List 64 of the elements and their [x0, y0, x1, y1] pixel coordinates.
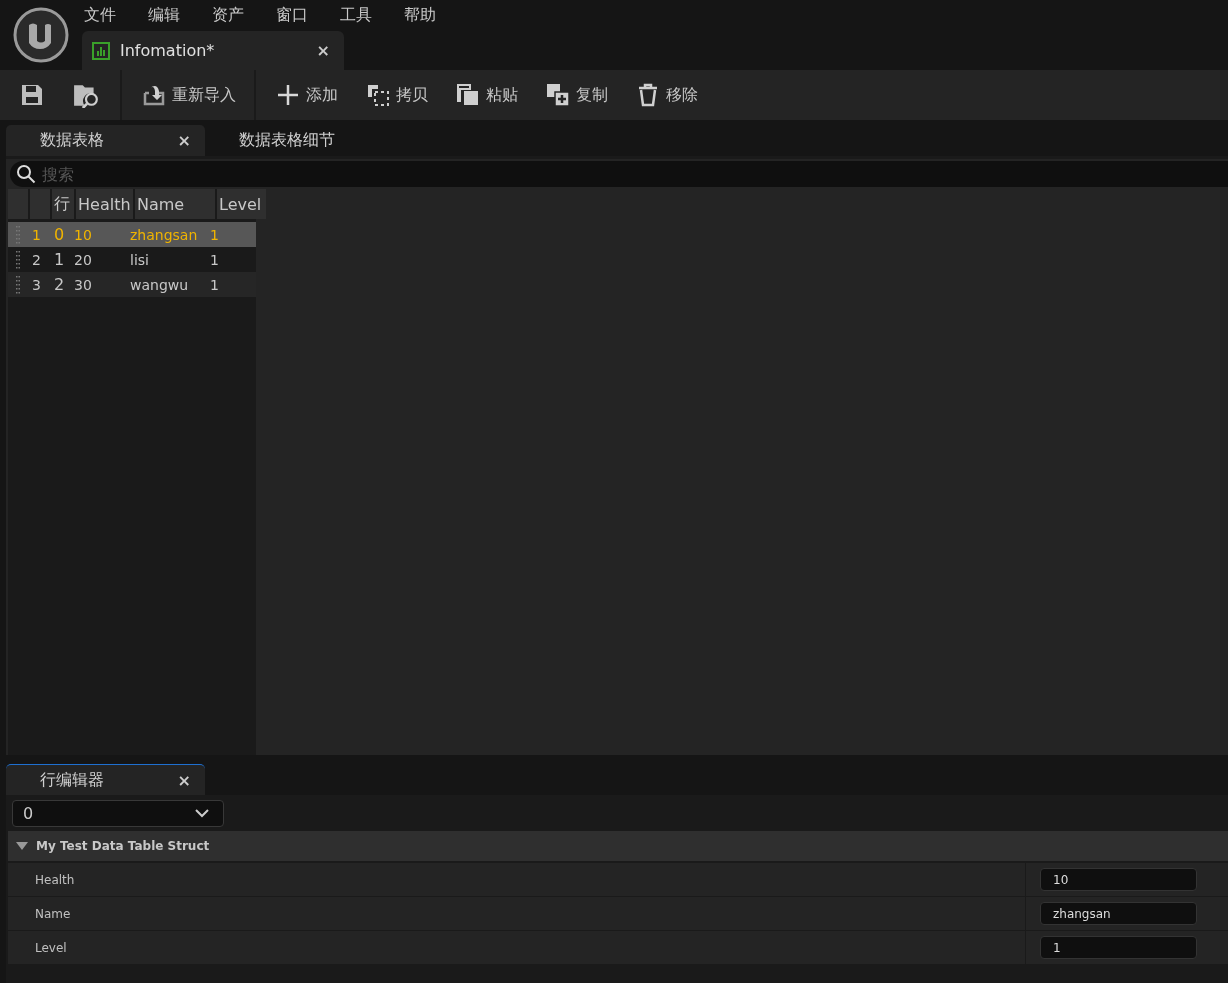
- close-button[interactable]: ×: [177, 131, 191, 150]
- menu-item[interactable]: 工具: [340, 5, 388, 26]
- category-header[interactable]: My Test Data Table Struct: [8, 831, 1228, 863]
- toolbar-button[interactable]: 拷贝: [356, 75, 438, 115]
- panel-tab[interactable]: 数据表格 ×: [6, 125, 205, 156]
- logo-icon: [13, 7, 69, 63]
- table-cell-text: 1: [209, 251, 220, 268]
- panel-tab[interactable]: 数据表格细节: [205, 125, 404, 156]
- folder-search-icon: [72, 82, 100, 108]
- save-icon: [20, 83, 44, 107]
- trash-icon: [636, 83, 660, 107]
- table-cell-text: 30: [73, 276, 93, 293]
- close-button[interactable]: ×: [316, 41, 330, 60]
- plus-icon: [276, 83, 300, 107]
- menu-item[interactable]: 编辑: [148, 5, 196, 26]
- search-field[interactable]: 搜索: [10, 161, 1228, 187]
- reimport-icon: [142, 83, 166, 107]
- property-label: Health: [35, 872, 75, 887]
- menu-item[interactable]: 帮助: [404, 5, 452, 26]
- table-cell-text: 10: [73, 226, 93, 243]
- property-label: Level: [35, 940, 67, 955]
- copy-icon: [366, 83, 390, 107]
- table-cell-text: 20: [73, 251, 93, 268]
- value-field[interactable]: 1: [1040, 936, 1197, 959]
- search-icon: [16, 164, 36, 184]
- menu-item[interactable]: 窗口: [276, 5, 324, 26]
- toolbar-button[interactable]: 添加: [266, 75, 348, 115]
- table-cell-text: 2: [53, 275, 66, 294]
- row-number: 1: [31, 226, 42, 243]
- table-cell-text: 1: [209, 226, 220, 243]
- value-field[interactable]: 10: [1040, 868, 1197, 891]
- menu-item[interactable]: 资产: [212, 5, 260, 26]
- table-cell-text: 1: [209, 276, 220, 293]
- toolbar-button[interactable]: 粘贴: [446, 75, 528, 115]
- panel-tab[interactable]: 行编辑器 ×: [6, 764, 205, 795]
- row-dropdown[interactable]: 0: [12, 800, 224, 827]
- column-header[interactable]: Health: [76, 189, 133, 219]
- paste-icon: [456, 83, 480, 107]
- chevron-down-icon: [195, 809, 209, 818]
- property-label: Name: [35, 906, 71, 921]
- table-cell-text: zhangsan: [129, 226, 199, 243]
- duplicate-icon: [546, 83, 570, 107]
- row-number: 2: [31, 251, 42, 268]
- document-tab[interactable]: Infomation* ×: [82, 31, 344, 70]
- menu-item[interactable]: 文件: [84, 5, 132, 26]
- chart-icon: [92, 41, 110, 60]
- close-button[interactable]: ×: [177, 770, 191, 790]
- table-cell-text: wangwu: [129, 276, 190, 293]
- table-cell-text: 0: [53, 225, 66, 244]
- toolbar-button[interactable]: 移除: [626, 75, 708, 115]
- row-number: 3: [31, 276, 42, 293]
- column-header[interactable]: Name: [135, 189, 215, 219]
- value-field[interactable]: zhangsan: [1040, 902, 1197, 925]
- drag-handle-icon[interactable]: [16, 250, 20, 269]
- table-row[interactable]: 3 2 30 wangwu 1: [8, 272, 256, 297]
- table-cell-text: lisi: [129, 251, 150, 268]
- expand-arrow-icon: [16, 842, 28, 850]
- column-header[interactable]: Level: [217, 189, 266, 219]
- drag-handle-icon[interactable]: [16, 275, 20, 294]
- column-header[interactable]: 行: [52, 189, 74, 219]
- table-row[interactable]: 1 0 10 zhangsan 1: [8, 222, 256, 247]
- toolbar-button[interactable]: 重新导入: [132, 75, 246, 115]
- table-cell-text: 1: [53, 250, 66, 269]
- toolbar-button[interactable]: 复制: [536, 75, 618, 115]
